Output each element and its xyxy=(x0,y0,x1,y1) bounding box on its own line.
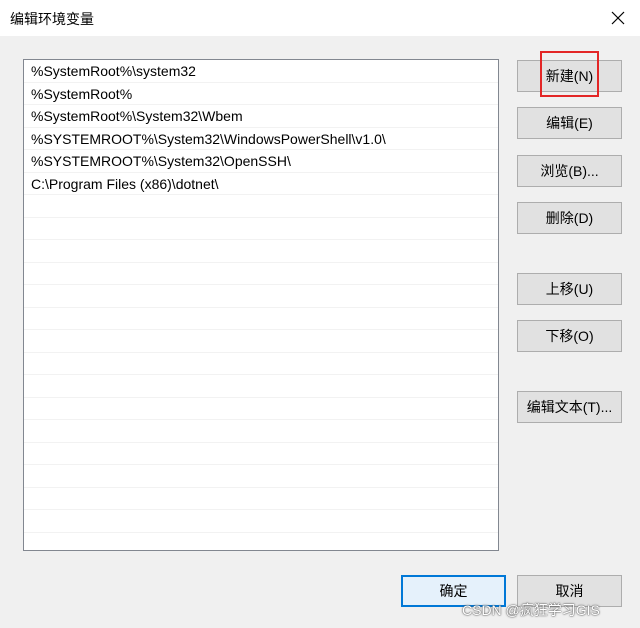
close-button[interactable] xyxy=(596,0,640,36)
path-list-item[interactable] xyxy=(24,375,498,398)
path-list[interactable]: %SystemRoot%\system32 %SystemRoot% %System… xyxy=(23,59,499,551)
move-up-button[interactable]: 上移(U) xyxy=(517,273,622,305)
path-list-item[interactable] xyxy=(24,263,498,285)
path-list-item[interactable] xyxy=(24,420,498,443)
ok-button[interactable]: 确定 xyxy=(401,575,506,607)
path-list-item[interactable]: %SystemRoot%\system32 xyxy=(24,60,498,83)
path-list-item[interactable]: C:\Program Files (x86)\dotnet\ xyxy=(24,173,498,195)
edit-button[interactable]: 编辑(E) xyxy=(517,107,622,139)
path-list-item[interactable] xyxy=(24,465,498,488)
delete-button[interactable]: 删除(D) xyxy=(517,202,622,234)
new-button[interactable]: 新建(N) xyxy=(517,60,622,92)
path-list-item[interactable] xyxy=(24,240,498,263)
cancel-button[interactable]: 取消 xyxy=(517,575,622,607)
path-list-item[interactable] xyxy=(24,398,498,420)
title-bar: 编辑环境变量 xyxy=(0,0,640,36)
path-list-item[interactable] xyxy=(24,353,498,375)
path-list-item[interactable]: %SystemRoot% xyxy=(24,83,498,105)
path-list-item[interactable]: %SYSTEMROOT%\System32\WindowsPowerShell\… xyxy=(24,128,498,150)
path-list-item[interactable]: %SYSTEMROOT%\System32\OpenSSH\ xyxy=(24,150,498,173)
path-list-item[interactable] xyxy=(24,308,498,330)
edit-text-button[interactable]: 编辑文本(T)... xyxy=(517,391,622,423)
path-list-item[interactable]: %SystemRoot%\System32\Wbem xyxy=(24,105,498,128)
move-down-button[interactable]: 下移(O) xyxy=(517,320,622,352)
path-list-item[interactable] xyxy=(24,510,498,533)
browse-button[interactable]: 浏览(B)... xyxy=(517,155,622,187)
path-list-item[interactable] xyxy=(24,195,498,218)
path-list-item[interactable] xyxy=(24,218,498,240)
path-list-item[interactable] xyxy=(24,285,498,308)
close-icon xyxy=(611,11,625,25)
path-list-item[interactable] xyxy=(24,533,498,551)
path-list-item[interactable] xyxy=(24,488,498,510)
path-list-item[interactable] xyxy=(24,443,498,465)
edit-environment-variable-dialog: 编辑环境变量 %SystemRoot%\system32 %SystemRoot%… xyxy=(0,0,640,628)
dialog-title: 编辑环境变量 xyxy=(10,11,94,27)
path-list-item[interactable] xyxy=(24,330,498,353)
